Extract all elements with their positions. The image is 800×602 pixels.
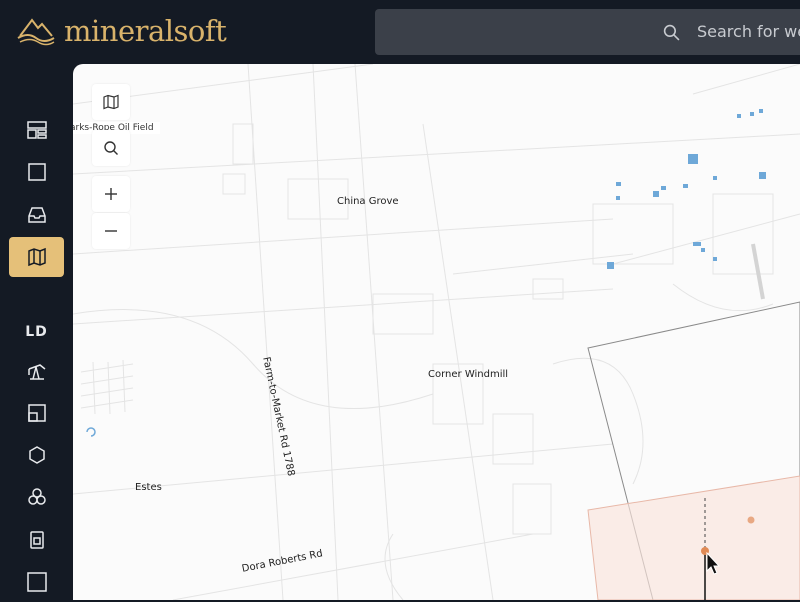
document-icon bbox=[29, 531, 44, 549]
sidebar-item-oil-well[interactable] bbox=[9, 352, 64, 392]
sidebar-item-tracts[interactable] bbox=[9, 393, 64, 433]
ld-label: LD bbox=[25, 324, 48, 340]
zoom-in-button[interactable] bbox=[92, 176, 130, 212]
sidebar-item-clusters[interactable] bbox=[9, 477, 64, 517]
sidebar-item-map[interactable] bbox=[9, 237, 64, 277]
map-canvas[interactable]: arks-Rope Oil Field China Grove Farm-to-… bbox=[73, 64, 800, 600]
map-base-layer bbox=[73, 64, 800, 600]
inbox-icon bbox=[27, 207, 46, 223]
sidebar-item-ld[interactable]: LD bbox=[9, 312, 64, 352]
label-china-grove: China Grove bbox=[337, 196, 399, 207]
sidebar-item-document[interactable] bbox=[9, 520, 64, 560]
brand-logo[interactable]: mineralsoft bbox=[16, 14, 227, 48]
zoom-out-button[interactable] bbox=[92, 213, 130, 249]
circles-icon bbox=[27, 488, 46, 505]
search-icon bbox=[663, 24, 680, 41]
dashboard-icon bbox=[26, 121, 47, 139]
sidebar-item-hexagon[interactable] bbox=[9, 435, 64, 475]
sidebar: LD bbox=[0, 64, 73, 600]
square-outline-icon bbox=[26, 572, 47, 592]
search-input[interactable]: Search for we bbox=[697, 22, 800, 41]
sidebar-item-square[interactable] bbox=[9, 152, 64, 192]
label-corner-windmill: Corner Windmill bbox=[428, 369, 509, 380]
refresh-map-icon bbox=[86, 427, 96, 437]
map-icon bbox=[27, 247, 46, 267]
sidebar-item-square-outline[interactable] bbox=[9, 562, 64, 602]
oil-pump-icon bbox=[27, 364, 45, 380]
sidebar-item-dashboard[interactable] bbox=[9, 110, 64, 150]
mountain-logo-icon bbox=[17, 18, 55, 46]
map-search-button[interactable] bbox=[92, 130, 130, 166]
map-layers-icon bbox=[103, 94, 119, 110]
zoom-out-icon bbox=[105, 230, 117, 232]
label-estes: Estes bbox=[135, 482, 162, 493]
square-icon bbox=[27, 163, 46, 181]
brand-name: mineralsoft bbox=[64, 14, 227, 48]
zoom-in-icon bbox=[105, 188, 117, 200]
tract-icon bbox=[27, 404, 46, 422]
top-bar: mineralsoft Search for we bbox=[0, 0, 800, 64]
search-bar[interactable]: Search for we bbox=[375, 9, 800, 55]
hexagon-icon bbox=[28, 446, 45, 464]
sidebar-item-inbox[interactable] bbox=[9, 195, 64, 235]
map-layers-button[interactable] bbox=[92, 84, 130, 120]
search-icon bbox=[104, 141, 118, 155]
